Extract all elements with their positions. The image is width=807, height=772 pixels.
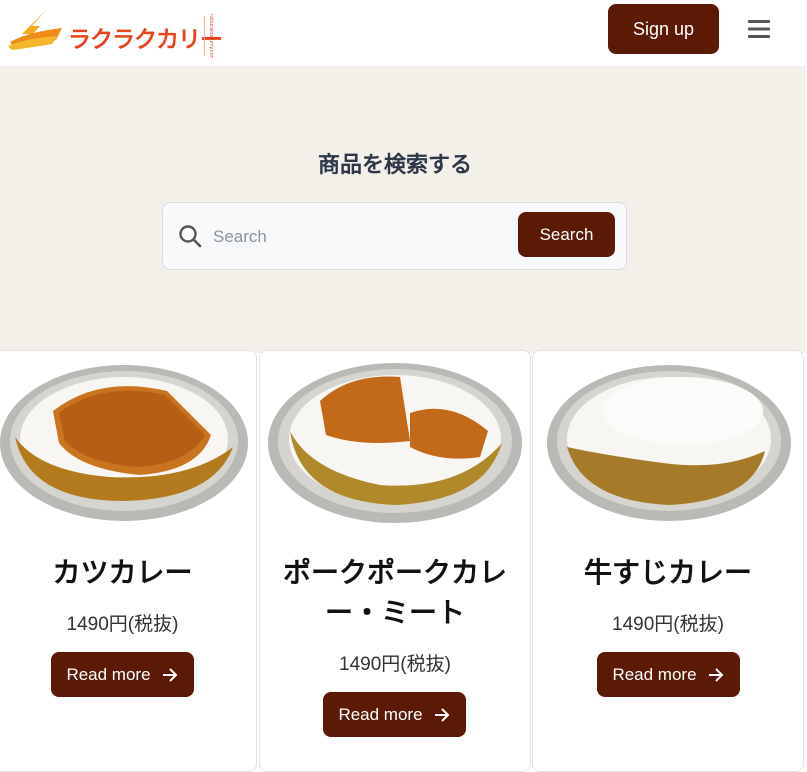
product-price: 1490円(税抜)	[339, 654, 451, 675]
signup-button[interactable]: Sign up	[608, 4, 719, 54]
product-image	[0, 365, 248, 521]
arrow-right-icon	[708, 667, 723, 682]
search-button[interactable]: Search	[518, 212, 615, 257]
read-more-button[interactable]: Read more	[323, 692, 466, 737]
logo-text: ラクラクカリー	[68, 27, 223, 53]
product-price: 1490円(税抜)	[66, 614, 179, 635]
product-card: ポークポークカレー・ミート 1490円(税抜) Read more	[259, 350, 531, 772]
search-hero: 商品を検索する Search	[0, 67, 806, 353]
site-logo[interactable]: ラクラクカリー rakurakucurry.com	[6, 6, 223, 58]
product-image	[268, 363, 522, 523]
flame-logo-icon	[8, 10, 62, 50]
hamburger-menu-icon	[748, 20, 770, 38]
page-title: 商品を検索する	[317, 153, 472, 178]
product-price: 1490円(税抜)	[612, 614, 724, 635]
arrow-right-icon	[162, 667, 177, 682]
logo-subtext: rakurakucurry.com	[208, 14, 214, 58]
product-card: カツカレー 1490円(税抜) Read more	[0, 350, 257, 772]
product-title: ポークポークカレー・ミート	[282, 556, 507, 629]
product-card: 牛すじカレー 1490円(税抜) Read more	[532, 350, 804, 772]
read-more-button[interactable]: Read more	[51, 652, 194, 697]
read-more-label: Read more	[66, 664, 151, 684]
product-title: 牛すじカレー	[583, 556, 752, 589]
search-input[interactable]	[211, 221, 515, 253]
product-image	[547, 365, 791, 521]
search-box: Search	[162, 202, 627, 270]
logo-divider	[204, 16, 205, 56]
read-more-label: Read more	[612, 664, 697, 684]
arrow-right-icon	[434, 707, 449, 722]
site-header: ラクラクカリー rakurakucurry.com Sign up	[0, 0, 806, 67]
search-icon	[179, 225, 202, 248]
read-more-label: Read more	[338, 704, 423, 724]
product-title: カツカレー	[52, 556, 193, 589]
menu-button[interactable]	[744, 14, 774, 44]
read-more-button[interactable]: Read more	[597, 652, 740, 697]
